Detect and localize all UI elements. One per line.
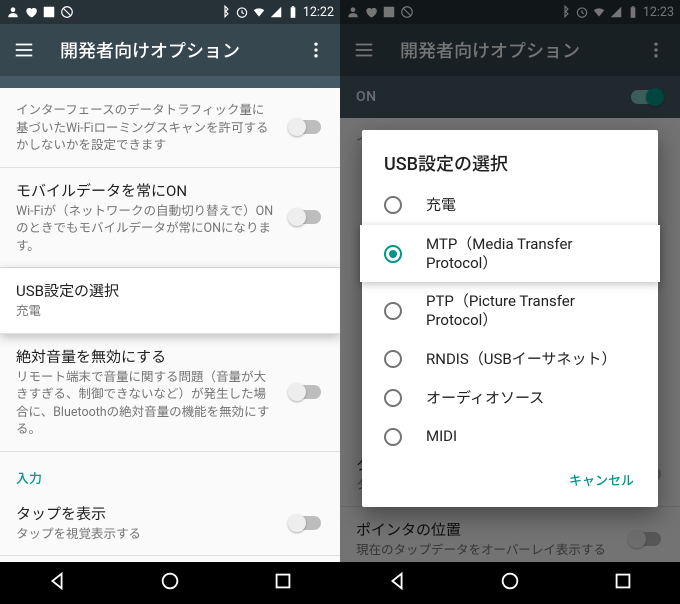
overflow-icon[interactable] (304, 38, 328, 62)
option-audio-source[interactable]: オーディオソース (362, 379, 658, 418)
row-pointer-location[interactable]: ポインタの位置 現在のタップデータをオーバーレイ表示する (0, 556, 340, 562)
cancel-button[interactable]: キャンセル (561, 462, 642, 497)
section-input: 入力 (0, 452, 340, 491)
row-usb-config[interactable]: USB設定の選択 充電 (0, 268, 340, 334)
navbar (340, 562, 680, 604)
switch-mobile-data[interactable] (288, 207, 324, 227)
wifi-icon (252, 5, 266, 19)
radio-icon (384, 350, 402, 368)
statusbar: 12:22 (0, 0, 340, 24)
option-ptp[interactable]: PTP（Picture Transfer Protocol） (362, 282, 658, 340)
phone-left: 12:22 開発者向けオプション ON x インターフェースのデータトラフィック… (0, 0, 340, 604)
row-title: 絶対音量を無効にする (16, 346, 276, 367)
battery-icon (286, 5, 300, 19)
option-charge[interactable]: 充電 (362, 186, 658, 225)
image-icon (42, 5, 56, 19)
row-show-taps[interactable]: タップを表示 タップを視覚表示する (0, 491, 340, 557)
dialog-title: USB設定の選択 (362, 150, 658, 186)
row-absolute-volume[interactable]: 絶対音量を無効にする リモート端末で音量に関する問題（音量が大きすぎる、制御でき… (0, 334, 340, 452)
option-mtp[interactable]: MTP（Media Transfer Protocol） (360, 225, 660, 283)
row-sub: リモート端末で音量に関する問題（音量が大きすぎる、制御できないなど）が発生した場… (16, 369, 276, 439)
nav-back-icon[interactable] (46, 570, 68, 596)
nosign-icon (60, 5, 74, 19)
heart-icon (24, 5, 38, 19)
nav-home-icon[interactable] (499, 570, 521, 596)
switch-wifi-roaming[interactable] (288, 117, 324, 137)
row-title: タップを表示 (16, 503, 276, 524)
row-title: モバイルデータを常にON (16, 180, 276, 201)
radio-icon (384, 196, 402, 214)
row-sub: タップを視覚表示する (16, 526, 276, 544)
toolbar: 開発者向けオプション (0, 24, 340, 76)
usb-config-dialog: USB設定の選択 充電 MTP（Media Transfer Protocol）… (362, 130, 658, 507)
navbar (0, 562, 340, 604)
row-sub: 充電 (16, 303, 324, 321)
radio-icon (384, 428, 402, 446)
alarm-icon (235, 5, 249, 19)
page-title: 開発者向けオプション (60, 37, 304, 63)
settings-list[interactable]: x インターフェースのデータトラフィック量に基づいたWi-Fiローミングスキャン… (0, 88, 340, 562)
switch-show-taps[interactable] (288, 513, 324, 533)
cell-icon (269, 5, 283, 19)
row-mobile-data[interactable]: モバイルデータを常にON Wi-Fiが（ネットワークの自動切り替えで）ONのとき… (0, 168, 340, 269)
bluetooth-icon (218, 5, 232, 19)
clock: 12:22 (303, 5, 334, 20)
nav-recent-icon[interactable] (272, 570, 294, 596)
option-rndis[interactable]: RNDIS（USBイーサネット） (362, 340, 658, 379)
row-wifi-roaming[interactable]: x インターフェースのデータトラフィック量に基づいたWi-Fiローミングスキャン… (0, 88, 340, 168)
phone-right: 12:23 開発者向けオプション ON インターフェースのデータトラフィック量に… (340, 0, 680, 604)
radio-icon (384, 245, 402, 263)
row-sub: インターフェースのデータトラフィック量に基づいたWi-Fiローミングスキャンを許… (16, 102, 276, 155)
nav-recent-icon[interactable] (612, 570, 634, 596)
switch-absolute-volume[interactable] (288, 382, 324, 402)
menu-icon[interactable] (12, 38, 36, 62)
row-sub: Wi-Fiが（ネットワークの自動切り替えで）ONのときでもモバイルデータが常にO… (16, 203, 276, 256)
nav-home-icon[interactable] (159, 570, 181, 596)
nav-back-icon[interactable] (386, 570, 408, 596)
user-icon (6, 5, 20, 19)
radio-icon (384, 389, 402, 407)
option-midi[interactable]: MIDI (362, 417, 658, 456)
row-title: USB設定の選択 (16, 280, 324, 301)
radio-icon (384, 302, 402, 320)
